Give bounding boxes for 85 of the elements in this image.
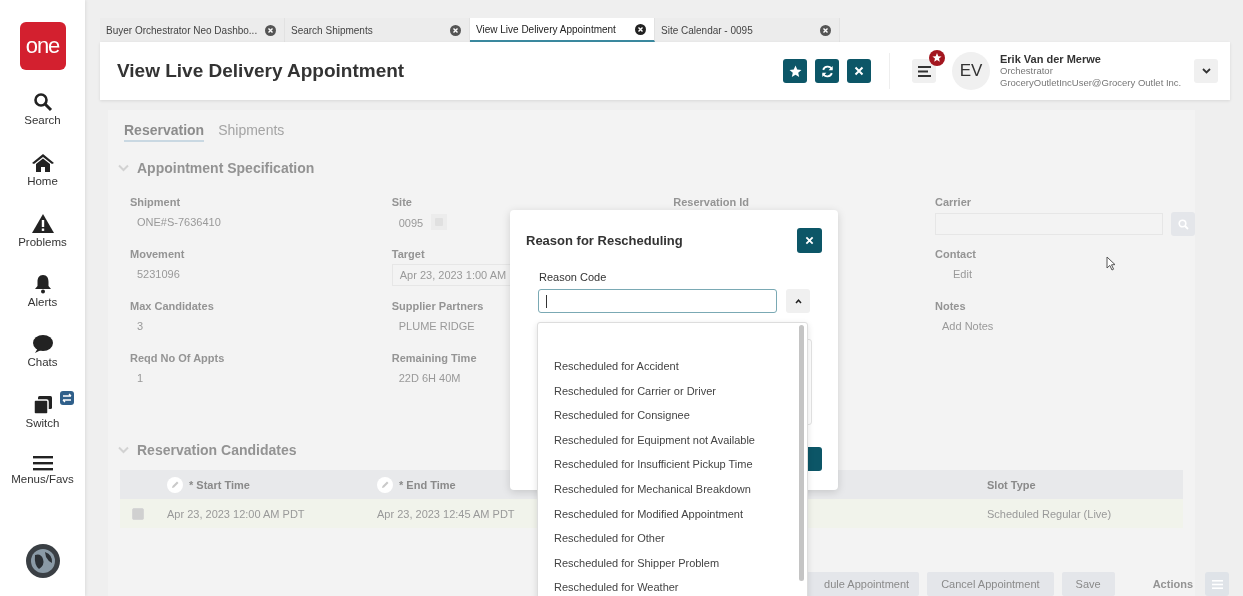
field-label: Contact: [935, 248, 977, 260]
nav-item[interactable]: Search: [0, 92, 85, 155]
field-label: Carrier: [935, 196, 973, 208]
user-menu-button[interactable]: [1194, 59, 1218, 83]
scrollbar-thumb[interactable]: [799, 325, 804, 581]
nav-item[interactable]: Alerts: [0, 273, 85, 336]
dropdown-option[interactable]: Rescheduled for Other: [538, 526, 807, 551]
table-cell-text: Apr 23, 2023 12:00 AM PDT: [166, 507, 306, 520]
dialog-title: Reason for Rescheduling: [526, 233, 683, 248]
close-button[interactable]: [797, 228, 822, 253]
bell-icon: [33, 273, 52, 294]
chevron-down-icon: [1201, 68, 1211, 74]
field-value: ONE#S-7636410: [137, 216, 222, 228]
field-value: PLUME RIDGE: [398, 320, 476, 332]
dropdown-option[interactable]: Rescheduled for Equipment not Available: [538, 427, 807, 453]
field-value: 0095: [398, 217, 424, 229]
tab[interactable]: View Live Delivery Appointment: [470, 18, 655, 42]
pencil-icon: [377, 476, 393, 493]
pencil-icon: [167, 476, 183, 493]
dropdown-option[interactable]: Rescheduled for Consignee: [538, 403, 807, 428]
dropdown-toggle-button[interactable]: [786, 289, 810, 313]
field-label: Supplier Partners: [391, 300, 485, 312]
close-icon[interactable]: [635, 23, 646, 35]
close-button[interactable]: [847, 59, 871, 83]
close-icon: [854, 66, 864, 76]
field-label: Max Candidates: [130, 300, 215, 312]
section-title: Reservation Candidates: [137, 442, 297, 458]
dropdown-option[interactable]: Rescheduled for Accident: [538, 354, 807, 379]
dropdown-option[interactable]: Rescheduled for Mechanical Breakdown: [538, 476, 807, 502]
refresh-icon: [820, 64, 834, 78]
dropdown-option[interactable]: Rescheduled for Insufficient Pickup Time: [538, 452, 807, 477]
house-icon: [30, 152, 55, 173]
field-value: 1: [137, 372, 145, 384]
user-role: Orchestrator: [1000, 65, 1054, 77]
field-value: Add Notes: [942, 320, 995, 332]
close-icon: [805, 236, 814, 245]
actions-label: Actions: [1152, 578, 1193, 590]
app-logo[interactable]: one: [19, 22, 66, 70]
field-label: Remaining Time: [391, 352, 478, 364]
close-icon[interactable]: [265, 24, 276, 36]
field-label: Site: [391, 196, 413, 208]
page-title: View Live Delivery Appointment: [117, 60, 406, 82]
field-label: Shipment: [130, 196, 182, 208]
section-title: Appointment Specification: [137, 160, 315, 176]
field-label: Reqd No Of Appts: [130, 352, 226, 364]
menu-icon: [917, 65, 931, 77]
close-icon[interactable]: [820, 24, 831, 36]
refresh-button[interactable]: [815, 59, 839, 83]
windows-icon: [32, 394, 53, 415]
notifications-button[interactable]: [912, 59, 936, 83]
user-avatar-icon[interactable]: [24, 543, 61, 579]
nav-item[interactable]: Chats: [0, 334, 85, 397]
row-checkbox[interactable]: [131, 507, 144, 520]
warning-icon: [30, 213, 55, 234]
chat-bubble-icon: [31, 334, 54, 354]
menu-icon: [32, 455, 53, 471]
mouse-cursor-icon: [1106, 256, 1116, 271]
table-cell-text: Scheduled Regular (Live): [986, 507, 1113, 520]
search-icon: [1177, 218, 1189, 230]
field-label: Notes: [935, 300, 967, 312]
field-label: Movement: [130, 248, 186, 260]
user-email: GroceryOutletIncUser@Grocery Outlet Inc.: [1000, 77, 1183, 89]
swap-badge-icon: [59, 390, 74, 405]
chevron-up-icon: [794, 298, 802, 304]
nav-item[interactable]: Home: [0, 152, 85, 215]
field-value: 3: [137, 320, 145, 332]
field-label: Reservation Id: [673, 196, 751, 208]
favorite-button[interactable]: [783, 59, 807, 83]
user-name: Erik Van der Merwe: [1000, 53, 1102, 65]
user-avatar[interactable]: EV: [952, 52, 990, 90]
menu-icon: [1211, 579, 1223, 589]
field-value: 22D 6H 40M: [398, 372, 462, 384]
field-label: Target: [391, 248, 426, 260]
nav-item[interactable]: Problems: [0, 213, 85, 276]
nav-item[interactable]: Menus/Favs: [0, 455, 85, 518]
dropdown-option[interactable]: Rescheduled for Modified Appointment: [538, 501, 807, 527]
reason-code-field[interactable]: [538, 289, 777, 313]
search-icon: [32, 92, 53, 112]
dropdown-option[interactable]: Rescheduled for Carrier or Driver: [538, 378, 807, 404]
close-icon[interactable]: [450, 24, 461, 36]
star-badge-icon: [929, 50, 945, 66]
field-value: 5231096: [137, 268, 181, 280]
nav-item[interactable]: Switch: [0, 394, 85, 457]
field-label: Reason Code: [539, 271, 608, 283]
star-icon: [788, 64, 802, 78]
